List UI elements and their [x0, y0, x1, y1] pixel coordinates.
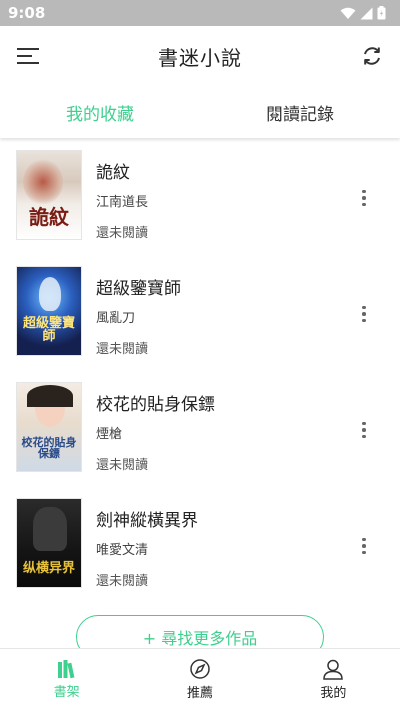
- status-icons: [340, 6, 386, 20]
- book-read-status: 還未閱讀: [96, 458, 149, 473]
- book-cover-title: 詭紋: [29, 205, 69, 229]
- more-dot: [362, 196, 366, 200]
- book-read-status: 還未閱讀: [96, 574, 149, 589]
- more-dot: [362, 305, 366, 310]
- more-dot: [362, 312, 366, 316]
- bottom-nav: 書架 推薦 我的: [0, 648, 400, 710]
- book-info: 詭紋 江南道長 還未閱讀: [82, 150, 386, 266]
- book-info: 超級鑒寶師 風亂刀 還未閱讀: [82, 266, 386, 382]
- book-info: 校花的貼身保鏢 煙槍 還未閱讀: [82, 382, 386, 498]
- book-item[interactable]: 校花的貼身保鏢 校花的貼身保鏢 煙槍 還未閱讀: [0, 382, 400, 498]
- more-dot: [362, 544, 366, 548]
- book-author: 唯愛文清: [96, 543, 149, 558]
- book-more-button[interactable]: [356, 302, 372, 326]
- book-more-button[interactable]: [356, 418, 372, 442]
- bookshelf-icon: [57, 660, 75, 679]
- sync-icon: [364, 47, 380, 65]
- tab-reading-history[interactable]: 閱讀記錄: [200, 100, 400, 125]
- book-item[interactable]: 超級鑒寶師 超級鑒寶師 風亂刀 還未閱讀: [0, 266, 400, 382]
- book-info: 劍神縱橫異界 唯愛文清 還未閱讀: [82, 498, 386, 614]
- hamburger-menu-icon: [17, 48, 39, 64]
- book-read-status: 還未閱讀: [96, 342, 149, 357]
- book-more-button[interactable]: [356, 186, 372, 210]
- more-dot: [362, 318, 366, 323]
- book-cover-title: 纵横异界: [22, 561, 75, 576]
- book-item[interactable]: 纵横异界 劍神縱橫異界 唯愛文清 還未閱讀: [0, 498, 400, 614]
- wifi-icon: [340, 7, 356, 19]
- nav-item-profile[interactable]: 我的: [267, 649, 400, 710]
- user-icon: [323, 659, 344, 680]
- book-title: 詭紋: [96, 163, 130, 183]
- status-time: 9:08: [8, 4, 46, 22]
- nav-label: 我的: [320, 686, 347, 701]
- book-title: 校花的貼身保鏢: [96, 395, 215, 415]
- more-dot: [362, 189, 366, 194]
- book-title: 劍神縱橫異界: [96, 511, 198, 531]
- signal-icon: [360, 7, 373, 19]
- app-title: 書迷小說: [158, 45, 242, 70]
- tab-favorites[interactable]: 我的收藏: [0, 100, 200, 125]
- book-title: 超級鑒寶師: [96, 279, 181, 299]
- more-dot: [362, 428, 366, 432]
- nav-label: 書架: [53, 685, 80, 700]
- more-dot: [362, 421, 366, 426]
- book-more-button[interactable]: [356, 534, 372, 558]
- battery-icon: [377, 6, 386, 20]
- sync-button[interactable]: [358, 42, 386, 70]
- tab-bar: 我的收藏 閱讀記錄: [0, 86, 400, 138]
- book-cover: 超級鑒寶師: [16, 266, 82, 356]
- nav-label: 推薦: [186, 686, 213, 701]
- book-item[interactable]: 詭紋 詭紋 江南道長 還未閱讀: [0, 150, 400, 266]
- book-read-status: 還未閱讀: [96, 226, 149, 241]
- book-cover: 詭紋: [16, 150, 82, 240]
- more-dot: [362, 434, 366, 439]
- compass-icon: [190, 659, 210, 679]
- book-author: 風亂刀: [96, 311, 136, 326]
- book-author: 煙槍: [96, 427, 123, 442]
- more-dot: [362, 550, 366, 555]
- app-bar: 書迷小說: [0, 26, 400, 86]
- menu-button[interactable]: [14, 42, 42, 70]
- book-list: 詭紋 詭紋 江南道長 還未閱讀 超級鑒寶師 超級鑒寶師 風亂刀 還未閱讀 校花的…: [0, 138, 400, 614]
- more-dot: [362, 537, 366, 542]
- nav-item-bookshelf[interactable]: 書架: [0, 649, 133, 710]
- nav-item-recommend[interactable]: 推薦: [133, 649, 266, 710]
- more-dot: [362, 202, 366, 207]
- status-bar: 9:08: [0, 0, 400, 26]
- book-cover-title: 超級鑒寶師: [22, 316, 75, 344]
- book-cover: 校花的貼身保鏢: [16, 382, 82, 472]
- book-author: 江南道長: [96, 195, 149, 210]
- book-cover-title: 校花的貼身保鏢: [21, 436, 77, 460]
- book-cover: 纵横异界: [16, 498, 82, 588]
